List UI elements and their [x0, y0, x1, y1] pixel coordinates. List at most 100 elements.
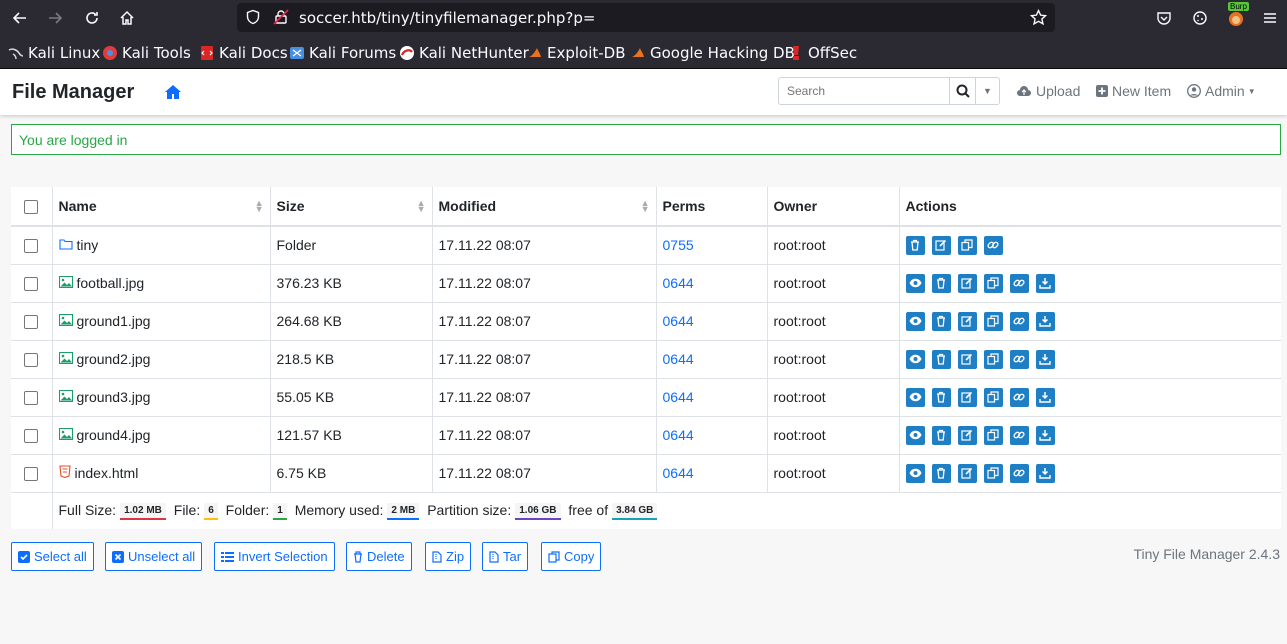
shield-icon[interactable]	[245, 9, 261, 28]
bookmark-kali-nethunter[interactable]: Kali NetHunter	[399, 44, 529, 62]
delete-trash-icon[interactable]	[931, 273, 951, 293]
table-row[interactable]: ground3.jpg 55.05 KB 17.11.22 08:07 0644 roo…	[11, 378, 1281, 417]
perms-link[interactable]: 0644	[663, 313, 694, 329]
bookmark-kali-tools[interactable]: Kali Tools	[102, 44, 191, 62]
burp-extension-icon[interactable]: Burp	[1224, 2, 1249, 30]
row-checkbox[interactable]	[24, 429, 39, 444]
view-eye-icon[interactable]	[905, 463, 925, 483]
perms-link[interactable]: 0755	[663, 237, 694, 253]
home-icon[interactable]	[164, 84, 182, 103]
search-icon[interactable]	[949, 78, 975, 104]
rename-edit-icon[interactable]	[957, 311, 977, 331]
download-icon[interactable]	[1035, 463, 1055, 483]
insecure-lock-icon[interactable]	[273, 9, 289, 28]
table-row[interactable]: ground1.jpg 264.68 KB 17.11.22 08:07 0644 ro…	[11, 302, 1281, 341]
bookmark-offsec[interactable]: OffSec	[788, 44, 857, 62]
table-row[interactable]: index.html 6.75 KB 17.11.22 08:07 0644 root:…	[11, 454, 1281, 493]
bookmark-kali-forums[interactable]: Kali Forums	[289, 44, 396, 62]
download-icon[interactable]	[1035, 387, 1055, 407]
file-name-link[interactable]: ground4.jpg	[77, 427, 151, 443]
file-name-link[interactable]: ground3.jpg	[77, 389, 151, 405]
delete-trash-icon[interactable]	[931, 349, 951, 369]
perms-link[interactable]: 0644	[663, 465, 694, 481]
table-row[interactable]: ground2.jpg 218.5 KB 17.11.22 08:07 0644 roo…	[11, 340, 1281, 379]
copy-icon[interactable]	[983, 273, 1003, 293]
app-brand[interactable]: File Manager	[12, 81, 134, 104]
bookmark-exploit-db[interactable]: Exploit-DB	[527, 44, 626, 62]
direct-link-icon[interactable]	[1009, 311, 1029, 331]
copy-icon[interactable]	[983, 349, 1003, 369]
copy-button[interactable]: Copy	[541, 542, 602, 571]
direct-link-icon[interactable]	[1009, 425, 1029, 445]
direct-link-icon[interactable]	[1009, 463, 1029, 483]
direct-link-icon[interactable]	[1009, 349, 1029, 369]
search-options-chevron-icon[interactable]: ▼	[975, 78, 999, 104]
header-name[interactable]: Name ▲ ▼	[52, 187, 271, 227]
download-icon[interactable]	[1035, 311, 1055, 331]
rename-edit-icon[interactable]	[957, 349, 977, 369]
bookmark-star-icon[interactable]	[1029, 8, 1048, 29]
cookie-icon[interactable]	[1188, 6, 1212, 30]
row-checkbox[interactable]	[24, 391, 39, 406]
rename-edit-icon[interactable]	[931, 235, 951, 255]
download-icon[interactable]	[1035, 425, 1055, 445]
row-checkbox[interactable]	[24, 239, 39, 254]
url-text[interactable]: soccer.htb/tiny/tinyfilemanager.php?p=	[299, 9, 595, 27]
file-name-link[interactable]: football.jpg	[77, 275, 145, 291]
bookmark-kali-docs[interactable]: Kali Docs	[199, 44, 288, 62]
delete-trash-icon[interactable]	[931, 425, 951, 445]
copy-icon[interactable]	[983, 425, 1003, 445]
copy-icon[interactable]	[983, 387, 1003, 407]
forward-icon[interactable]	[43, 6, 67, 30]
delete-trash-icon[interactable]	[931, 387, 951, 407]
tar-button[interactable]: Tar	[482, 542, 529, 571]
bookmark-kali-linux[interactable]: Kali Linux	[8, 44, 100, 62]
copy-icon[interactable]	[983, 311, 1003, 331]
perms-link[interactable]: 0644	[663, 389, 694, 405]
delete-trash-icon[interactable]	[905, 235, 925, 255]
rename-edit-icon[interactable]	[957, 463, 977, 483]
perms-link[interactable]: 0644	[663, 427, 694, 443]
delete-button[interactable]: Delete	[346, 542, 412, 571]
table-row[interactable]: football.jpg 376.23 KB 17.11.22 08:07 0644 r…	[11, 264, 1281, 303]
direct-link-icon[interactable]	[983, 235, 1003, 255]
back-icon[interactable]	[8, 6, 32, 30]
zip-button[interactable]: Zip	[425, 542, 472, 571]
view-eye-icon[interactable]	[905, 425, 925, 445]
file-name-link[interactable]: ground1.jpg	[77, 313, 151, 329]
new-item-link[interactable]: New Item	[1096, 83, 1171, 99]
header-size[interactable]: Size ▲ ▼	[270, 187, 433, 227]
select-all-checkbox[interactable]	[24, 200, 39, 215]
upload-link[interactable]: Upload	[1016, 83, 1080, 99]
view-eye-icon[interactable]	[905, 349, 925, 369]
perms-link[interactable]: 0644	[663, 275, 694, 291]
admin-dropdown[interactable]: Admin ▼	[1187, 83, 1256, 99]
reload-icon[interactable]	[80, 6, 104, 30]
rename-edit-icon[interactable]	[957, 387, 977, 407]
row-checkbox[interactable]	[24, 277, 39, 292]
view-eye-icon[interactable]	[905, 273, 925, 293]
row-checkbox[interactable]	[24, 353, 39, 368]
unselect-all-button[interactable]: Unselect all	[105, 542, 203, 571]
pocket-icon[interactable]	[1152, 6, 1176, 30]
menu-icon[interactable]	[1258, 6, 1282, 30]
file-name-link[interactable]: tiny	[77, 237, 99, 253]
copy-icon[interactable]	[983, 463, 1003, 483]
rename-edit-icon[interactable]	[957, 273, 977, 293]
file-name-link[interactable]: ground2.jpg	[77, 351, 151, 367]
perms-link[interactable]: 0644	[663, 351, 694, 367]
delete-trash-icon[interactable]	[931, 463, 951, 483]
row-checkbox[interactable]	[24, 315, 39, 330]
header-modified[interactable]: Modified ▲ ▼	[432, 187, 657, 227]
select-all-button[interactable]: Select all	[11, 542, 94, 571]
row-checkbox[interactable]	[24, 467, 39, 482]
table-row[interactable]: tiny Folder 17.11.22 08:07 0755 root:root	[11, 226, 1281, 265]
file-name-link[interactable]: index.html	[75, 465, 139, 481]
table-row[interactable]: ground4.jpg 121.57 KB 17.11.22 08:07 0644 ro…	[11, 416, 1281, 455]
direct-link-icon[interactable]	[1009, 387, 1029, 407]
home-icon[interactable]	[115, 6, 139, 30]
view-eye-icon[interactable]	[905, 311, 925, 331]
direct-link-icon[interactable]	[1009, 273, 1029, 293]
search-input[interactable]	[779, 78, 949, 104]
view-eye-icon[interactable]	[905, 387, 925, 407]
